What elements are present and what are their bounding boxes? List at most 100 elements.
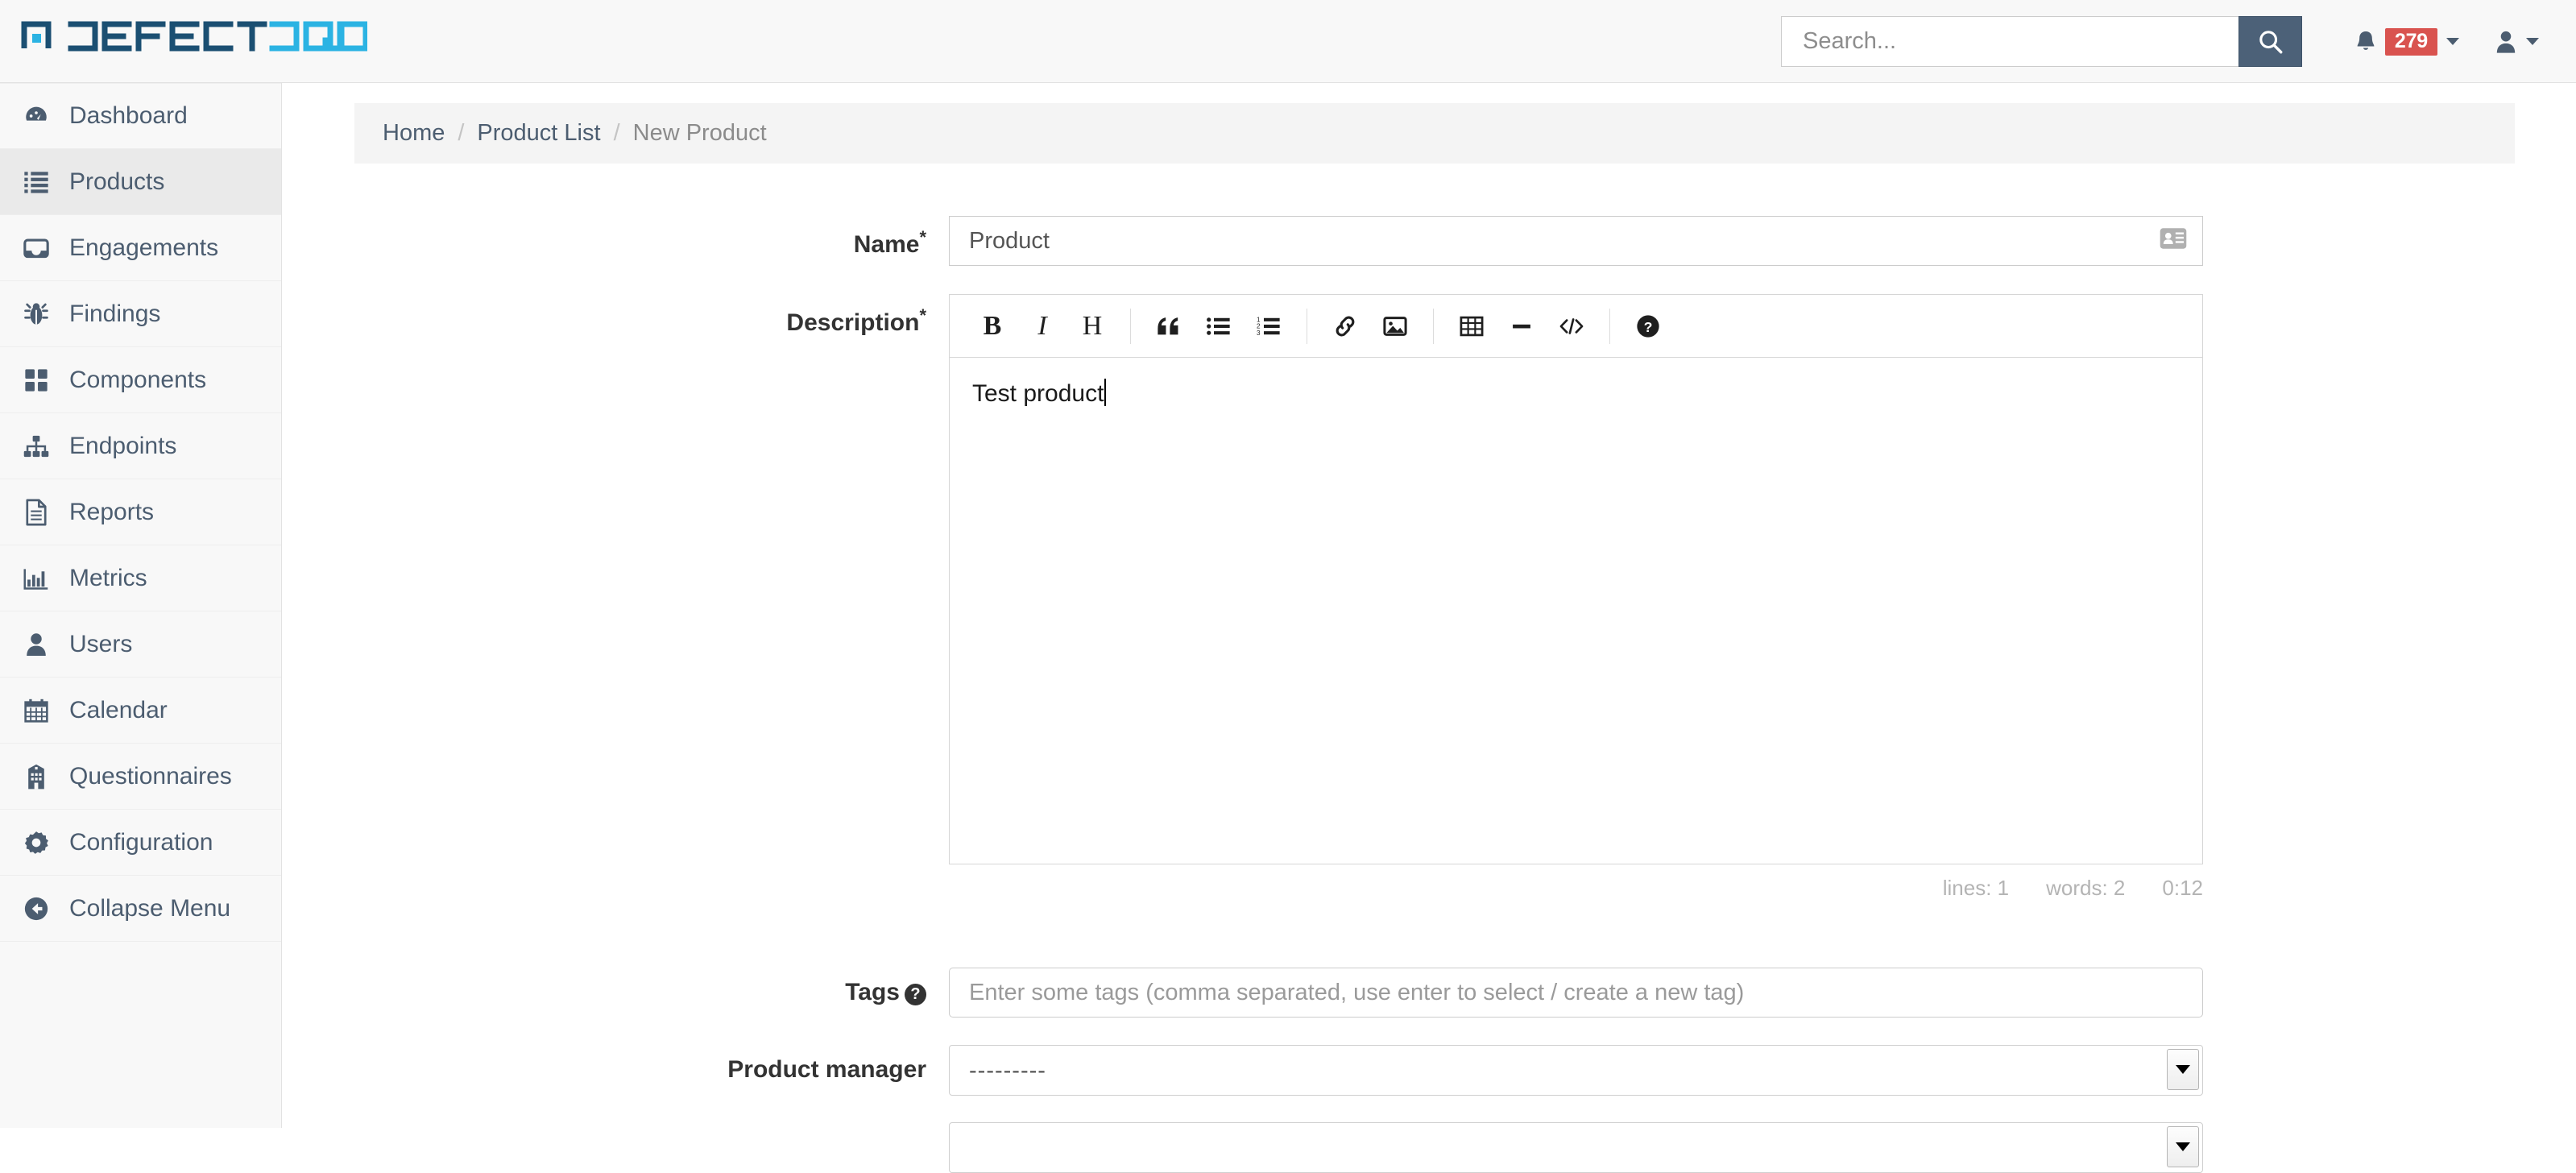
name-label-text: Name	[853, 231, 920, 258]
notification-count-badge: 279	[2384, 27, 2437, 56]
chevron-down-icon	[2446, 38, 2459, 45]
sidebar-item-dashboard[interactable]: Dashboard	[0, 83, 281, 149]
chevron-down-icon	[2526, 38, 2539, 45]
sidebar-item-users[interactable]: Users	[0, 611, 281, 678]
inbox-icon	[21, 236, 52, 260]
help-icon[interactable]: ?	[1623, 301, 1673, 351]
sidebar-item-components[interactable]: Components	[0, 347, 281, 413]
sidebar-item-label: Reports	[69, 498, 155, 525]
toolbar-divider	[1130, 308, 1131, 344]
sidebar-item-label: Collapse Menu	[69, 894, 231, 922]
sitemap-icon	[21, 434, 52, 458]
defectdojo-logo-icon	[21, 21, 367, 52]
description-field-row: Description* B I H 1 2 3 ? Test product …	[282, 294, 2203, 901]
breadcrumb-home[interactable]: Home	[383, 120, 445, 147]
navbar-right-actions: 279	[2338, 0, 2557, 83]
table-icon[interactable]	[1447, 301, 1497, 351]
breadcrumb-separator: /	[613, 120, 620, 146]
description-label-text: Description	[786, 309, 920, 336]
bar-chart-icon	[21, 566, 52, 591]
sidebar-item-label: Questionnaires	[69, 762, 232, 790]
calendar-icon	[21, 698, 52, 723]
search-icon	[2259, 30, 2282, 53]
user-icon	[2496, 31, 2516, 53]
next-field-select[interactable]	[949, 1122, 2203, 1173]
link-icon[interactable]	[1320, 301, 1370, 351]
sidebar-item-reports[interactable]: Reports	[0, 479, 281, 545]
brand-logo[interactable]	[21, 16, 367, 52]
product-manager-field-row: Product manager ---------	[282, 1045, 2203, 1096]
product-manager-label: Product manager	[727, 1056, 926, 1083]
sidebar-item-products[interactable]: Products	[0, 149, 281, 215]
sidebar-item-label: Calendar	[69, 696, 168, 723]
sidebar-item-collapse-menu[interactable]: Collapse Menu	[0, 876, 281, 942]
breadcrumb: Home / Product List / New Product	[354, 103, 2515, 164]
markdown-editor: B I H 1 2 3 ? Test product	[949, 294, 2203, 864]
main-content: Home / Product List / New Product Name*	[282, 83, 2576, 1173]
bell-icon	[2357, 31, 2375, 50]
image-icon[interactable]	[1370, 301, 1420, 351]
description-label: Description*	[282, 294, 949, 901]
sidebar-item-label: Configuration	[69, 828, 213, 856]
user-icon	[21, 632, 52, 657]
code-icon[interactable]	[1547, 301, 1597, 351]
sidebar-item-label: Endpoints	[69, 432, 177, 459]
notifications-menu[interactable]: 279	[2338, 0, 2477, 83]
breadcrumb-current: New Product	[632, 120, 767, 146]
sidebar-item-label: Users	[69, 630, 133, 657]
sidebar-item-findings[interactable]: Findings	[0, 281, 281, 347]
search-input[interactable]	[1781, 16, 2238, 67]
sidebar: Dashboard Products Engagements Findings …	[0, 83, 282, 1128]
sidebar-item-engagements[interactable]: Engagements	[0, 215, 281, 281]
user-menu[interactable]	[2477, 0, 2557, 83]
question-circle-icon[interactable]: ?	[905, 984, 926, 1005]
sidebar-item-endpoints[interactable]: Endpoints	[0, 413, 281, 479]
sidebar-item-configuration[interactable]: Configuration	[0, 810, 281, 876]
bold-icon[interactable]: B	[967, 301, 1017, 351]
editor-words-count: words: 2	[2046, 876, 2126, 900]
sidebar-item-label: Findings	[69, 300, 161, 327]
breadcrumb-product-list[interactable]: Product List	[477, 120, 600, 147]
editor-status-bar: lines: 1 words: 2 0:12	[949, 864, 2203, 901]
grid-icon	[21, 368, 52, 392]
description-textarea[interactable]: Test product	[950, 358, 2202, 864]
sidebar-item-calendar[interactable]: Calendar	[0, 678, 281, 744]
name-field-row: Name*	[282, 216, 2203, 266]
name-input[interactable]	[949, 216, 2203, 266]
bug-icon	[21, 301, 52, 328]
list-icon	[21, 170, 52, 194]
tags-input[interactable]	[949, 968, 2203, 1018]
horizontal-rule-icon[interactable]	[1497, 301, 1547, 351]
product-manager-select[interactable]: ---------	[949, 1045, 2203, 1096]
sidebar-item-metrics[interactable]: Metrics	[0, 545, 281, 611]
search-button[interactable]	[2238, 16, 2302, 67]
tags-label: Tags?	[282, 968, 949, 1018]
dashboard-icon	[21, 102, 52, 130]
next-field-label	[282, 1122, 949, 1173]
description-text: Test product	[972, 380, 1104, 407]
tags-field-row: Tags?	[282, 968, 2203, 1018]
required-marker: *	[919, 227, 926, 247]
heading-icon[interactable]: H	[1067, 301, 1117, 351]
svg-text:?: ?	[1644, 318, 1653, 334]
quote-icon[interactable]	[1144, 301, 1194, 351]
toolbar-divider	[1609, 308, 1610, 344]
sidebar-item-label: Dashboard	[69, 102, 188, 129]
text-cursor	[1104, 379, 1107, 406]
sidebar-item-questionnaires[interactable]: Questionnaires	[0, 744, 281, 810]
next-field-row	[282, 1122, 2203, 1173]
sidebar-item-label: Products	[69, 168, 165, 195]
breadcrumb-separator: /	[458, 120, 465, 146]
sidebar-item-label: Engagements	[69, 234, 219, 261]
ordered-list-icon[interactable]: 123	[1244, 301, 1294, 351]
sidebar-item-label: Components	[69, 366, 207, 393]
top-navbar: 279	[0, 0, 2576, 83]
tags-label-text: Tags	[845, 979, 900, 1005]
search-bar[interactable]	[1781, 16, 2302, 67]
name-label: Name*	[282, 216, 949, 266]
required-marker: *	[919, 305, 926, 325]
italic-icon[interactable]: I	[1017, 301, 1067, 351]
editor-lines-count: lines: 1	[1942, 876, 2010, 900]
unordered-list-icon[interactable]	[1194, 301, 1244, 351]
document-icon	[21, 499, 52, 526]
